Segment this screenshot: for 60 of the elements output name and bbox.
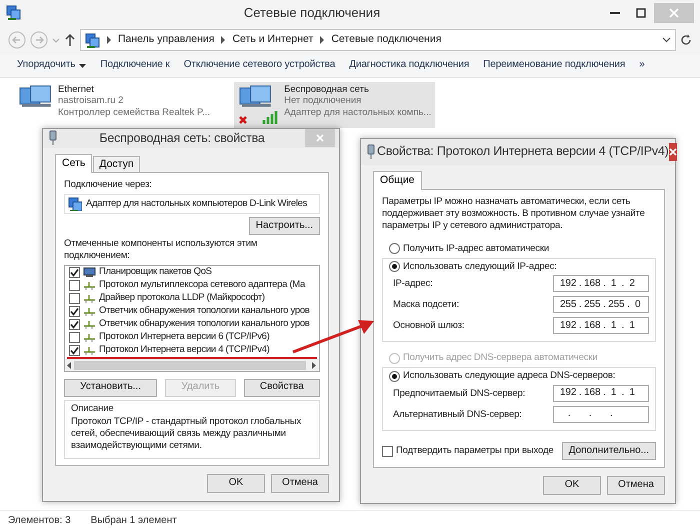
toolbar-button[interactable]: Отключение сетевого устройства: [176, 59, 342, 72]
radio-label[interactable]: Получить IP-адрес автоматически: [403, 242, 550, 254]
window-title: Сетевые подключения: [242, 4, 382, 22]
ip-field[interactable]: 255 . 255 . 255 . 0: [553, 296, 649, 314]
field-label: Подключение через:: [64, 178, 153, 191]
more-button[interactable]: »: [632, 59, 652, 72]
group-label: Описание: [71, 402, 115, 414]
toolbar-button[interactable]: Переименование подключения: [476, 59, 632, 72]
dialog-button[interactable]: Отмена: [607, 476, 665, 495]
dialog-button[interactable]: OK: [207, 474, 265, 493]
connection-name: Беспроводная сеть: [284, 84, 370, 96]
advanced-button[interactable]: Дополнительно...: [562, 442, 656, 460]
toolbar-button[interactable]: Диагностика подключения: [342, 59, 476, 72]
tab[interactable]: Сеть: [55, 154, 92, 173]
tab[interactable]: Общие: [373, 170, 422, 190]
action-button[interactable]: Свойства: [244, 378, 320, 396]
connection-status: Нет подключения: [284, 95, 362, 107]
component-name[interactable]: Ответчик обнаружения топологии канального уров: [99, 318, 310, 330]
action-button[interactable]: Установить...: [64, 378, 158, 396]
toolbar-button[interactable]: Упорядочить: [10, 59, 94, 72]
field-label: IP-адрес:: [393, 278, 433, 290]
adapter-name: Адаптер для настольных компь...: [284, 106, 432, 118]
field-label: Маска подсети:: [393, 298, 460, 311]
list-label: Отмеченные компоненты используются этим подключением:: [64, 238, 258, 262]
dialog-button[interactable]: Отмена: [271, 474, 329, 493]
toolbar-button[interactable]: Подключение к: [93, 59, 177, 72]
component-name[interactable]: Ответчик обнаружения топологии канального уров: [99, 305, 310, 317]
adapter-name: Контроллер семейства Realtek P...: [58, 106, 210, 118]
component-name[interactable]: Протокол Интернета версии 6 (TCP/IPv6): [99, 331, 270, 343]
tab[interactable]: Доступ: [93, 156, 140, 172]
breadcrumb[interactable]: Панель управления: [118, 33, 214, 47]
field-label: Основной шлюз:: [393, 320, 464, 332]
connection-status: nastroisam.ru 2: [58, 95, 124, 107]
component-name[interactable]: Протокол Интернета версии 4 (TCP/IPv4): [99, 344, 270, 356]
ip-field[interactable]: 192 . 168 . 1 . 1: [553, 385, 649, 402]
adapter-name: Адаптер для настольных компьютеров D-Link Wireles: [86, 198, 308, 210]
ip-field[interactable]: . . .: [553, 406, 649, 424]
dialog-button[interactable]: OK: [543, 476, 601, 495]
connection-item[interactable]: Беспроводная сеть Нет подключения Адаптер для настольных компь...: [234, 82, 436, 128]
breadcrumb[interactable]: Сеть и Интернет: [232, 33, 314, 47]
ip-field[interactable]: 192 . 168 . 1 . 2: [553, 275, 649, 292]
radio-label[interactable]: Использовать следующий IP-адрес:: [403, 260, 557, 272]
dialog-title: Беспроводная сеть: свойства: [98, 130, 266, 146]
status-text: Выбран 1 элемент: [90, 515, 177, 528]
status-text: Элементов: 3: [8, 515, 71, 528]
component-name[interactable]: Планировщик пакетов QoS: [99, 266, 212, 278]
dialog-title: Свойства: Протокол Интернета версии 4 (TCP/IPv4): [377, 144, 669, 160]
component-name[interactable]: Протокол мультиплексора сетевого адаптера (Ма: [99, 279, 306, 291]
configure-button[interactable]: Настроить...: [248, 216, 320, 235]
intro-text: Параметры IP можно назначать автоматически, если сеть поддерживает эту возможность. В противном случае узнайте параметры IP у сетевого администратора.: [382, 196, 646, 232]
ip-field[interactable]: 192 . 168 . 1 . 1: [553, 317, 649, 334]
connection-item[interactable]: Ethernet nastroisam.ru 2 Контроллер семейства Realtek P...: [14, 82, 214, 120]
connection-name: Ethernet: [58, 84, 95, 96]
breadcrumb[interactable]: Сетевые подключения: [331, 33, 442, 47]
checkbox-label[interactable]: Подтвердить параметры при выходе: [396, 445, 554, 458]
radio-label[interactable]: Использовать следующие адреса DNS-серверов:: [403, 370, 616, 382]
field-label: Альтернативный DNS-сервер:: [393, 408, 522, 421]
description-text: Протокол TCP/IP - стандартный протокол глобальных сетей, обеспечивающий связь между различными взаимодействующими сетями.: [71, 416, 302, 452]
component-name[interactable]: Драйвер протокола LLDP (Майкрософт): [99, 292, 265, 304]
field-label: Предпочитаемый DNS-сервер:: [393, 388, 526, 400]
